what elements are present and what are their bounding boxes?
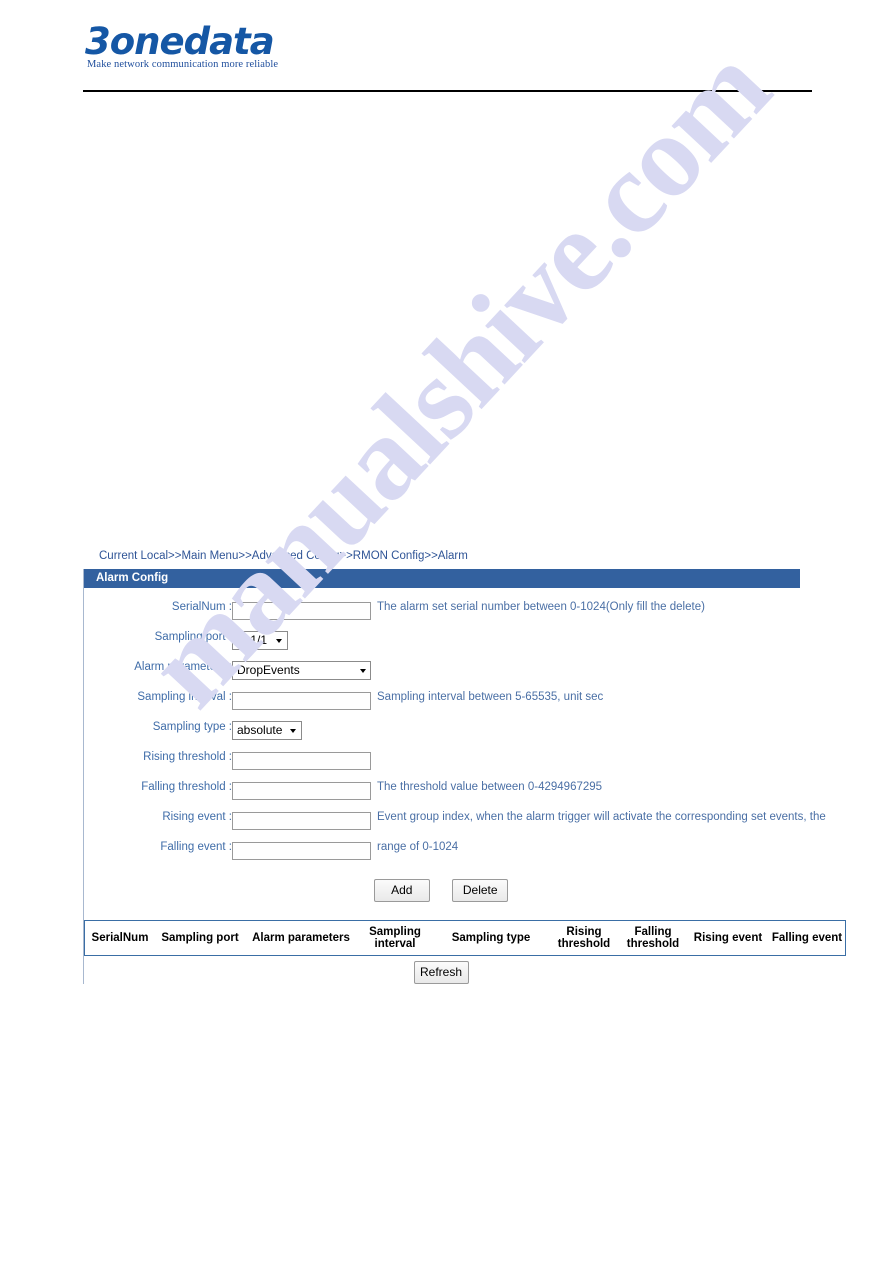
alarm-result-section: SerialNum Sampling port Alarm parameters… — [84, 918, 846, 984]
sampling-interval-input[interactable] — [232, 692, 371, 710]
form-layout-table: SerialNum : The alarm set serial number … — [84, 601, 826, 871]
label-rising-event: Rising event : — [162, 811, 232, 823]
hint-sampling-interval: Sampling interval between 5-65535, unit … — [377, 691, 604, 703]
col-rising-threshold: Rising threshold — [549, 920, 619, 956]
label-sampling-interval: Sampling interval : — [137, 691, 232, 703]
falling-threshold-input[interactable] — [232, 782, 371, 800]
alarm-parameters-select[interactable]: DropEvents — [232, 661, 371, 680]
col-falling-event: Falling event — [769, 920, 846, 956]
label-sampling-port: Sampling port : — [154, 631, 232, 643]
hint-rising-event: Event group index, when the alarm trigge… — [377, 811, 826, 823]
form-actions: Add Delete — [84, 871, 812, 912]
form-row-alarm-parameters: Alarm parameters : DropEvents — [84, 661, 813, 691]
sampling-type-select[interactable]: absolute — [232, 721, 303, 740]
field-rising-threshold-cell — [232, 751, 377, 781]
form-row-falling-threshold: Falling threshold : The threshold value … — [84, 781, 813, 811]
rising-threshold-input[interactable] — [232, 752, 371, 770]
form-row-rising-event: Rising event : Event group index, when t… — [84, 811, 826, 841]
company-tagline: Make network communication more reliable — [87, 59, 279, 70]
col-falling-threshold: Falling threshold — [619, 920, 687, 956]
label-alarm-parameters: Alarm parameters : — [134, 661, 232, 673]
chevron-down-icon — [290, 728, 297, 733]
col-alarm-parameters: Alarm parameters — [245, 920, 357, 956]
form-row-rising-threshold: Rising threshold : — [84, 751, 813, 781]
main-content: Current Local>>Main Menu>>Advanced Confi… — [83, 548, 846, 984]
hint-sampling-port — [377, 631, 813, 661]
add-button[interactable]: Add — [373, 879, 430, 902]
form-row-falling-event: Falling event : range of 0-1024 — [84, 841, 813, 871]
col-sampling-interval: Sampling interval — [357, 920, 433, 956]
label-falling-threshold: Falling threshold : — [141, 781, 232, 793]
field-rising-event-cell — [232, 811, 377, 841]
hint-sampling-type — [377, 721, 813, 751]
hint-alarm-parameters — [377, 661, 813, 691]
field-sampling-type-cell: absolute — [232, 721, 377, 751]
field-falling-threshold-cell — [232, 781, 377, 811]
hint-falling-event: range of 0-1024 — [377, 841, 459, 853]
delete-button[interactable]: Delete — [452, 879, 509, 902]
field-serialnum-cell — [232, 601, 377, 631]
breadcrumb: Current Local>>Main Menu>>Advanced Confi… — [99, 550, 468, 562]
sampling-port-select[interactable]: ge1/1 — [232, 631, 288, 650]
table-header-row: SerialNum Sampling port Alarm parameters… — [84, 920, 846, 956]
hint-falling-threshold: The threshold value between 0-4294967295 — [377, 781, 603, 793]
label-rising-threshold: Rising threshold : — [143, 751, 232, 763]
serialnum-input[interactable] — [232, 602, 371, 620]
alarm-result-table: SerialNum Sampling port Alarm parameters… — [84, 920, 846, 956]
refresh-actions: Refresh — [84, 956, 812, 984]
hint-serialnum: The alarm set serial number between 0-10… — [377, 601, 705, 613]
field-sampling-port-cell: ge1/1 — [232, 631, 377, 661]
col-sampling-type: Sampling type — [433, 920, 549, 956]
label-falling-event: Falling event : — [160, 841, 232, 853]
alarm-parameters-value: DropEvents — [237, 663, 300, 677]
col-rising-event: Rising event — [687, 920, 769, 956]
company-logo: 3onedata — [85, 20, 275, 63]
chevron-down-icon — [360, 668, 366, 673]
field-falling-event-cell — [232, 841, 377, 871]
header-divider — [83, 90, 812, 92]
hint-rising-threshold — [377, 751, 813, 781]
label-sampling-type: Sampling type : — [152, 721, 232, 733]
brand-header: 3onedata Make network communication more… — [83, 22, 812, 90]
refresh-button[interactable]: Refresh — [413, 961, 469, 984]
sampling-type-value: absolute — [237, 723, 283, 737]
label-serialnum: SerialNum : — [171, 601, 232, 613]
rising-event-input[interactable] — [232, 812, 371, 830]
form-row-sampling-port: Sampling port : ge1/1 — [84, 631, 813, 661]
alarm-config-form: SerialNum : The alarm set serial number … — [84, 588, 826, 918]
sampling-port-value: ge1/1 — [237, 633, 268, 647]
form-row-sampling-interval: Sampling interval : Sampling interval be… — [84, 691, 813, 721]
col-sampling-port: Sampling port — [155, 920, 245, 956]
field-alarm-parameters-cell: DropEvents — [232, 661, 377, 691]
page-root: manualshive.com 3onedata Make network co… — [0, 0, 893, 1263]
alarm-config-panel: Alarm Config SerialNum : The alarm set s… — [83, 569, 846, 984]
col-serialnum: SerialNum — [84, 920, 155, 956]
chevron-down-icon — [276, 638, 282, 643]
falling-event-input[interactable] — [232, 842, 371, 860]
panel-title: Alarm Config — [84, 569, 800, 588]
form-row-serialnum: SerialNum : The alarm set serial number … — [84, 601, 813, 631]
field-sampling-interval-cell — [232, 691, 377, 721]
form-row-sampling-type: Sampling type : absolute — [84, 721, 813, 751]
